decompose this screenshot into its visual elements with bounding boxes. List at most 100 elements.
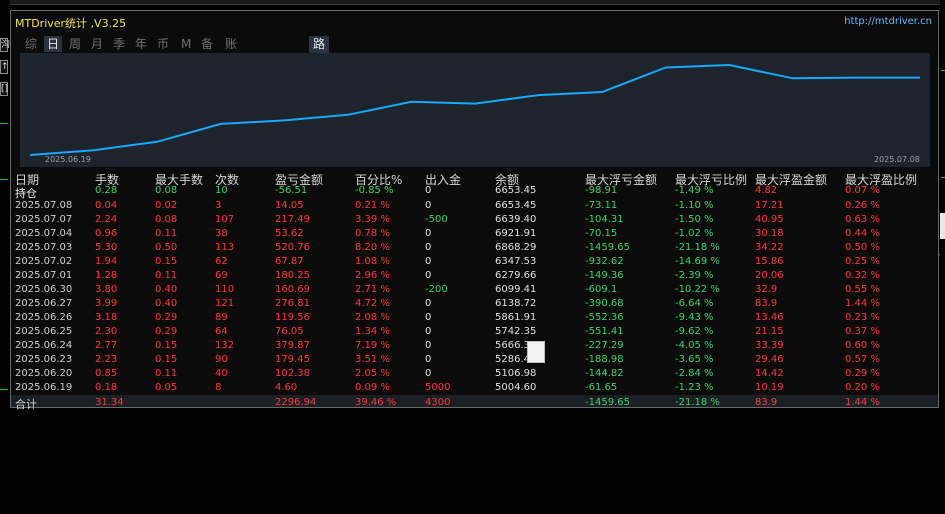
table-cell-max-float-loss: -70.15 <box>585 228 618 239</box>
table-cell-balance: 6653.45 <box>495 200 537 211</box>
table-cell-io: 0 <box>425 312 432 323</box>
tab-magic[interactable]: M <box>181 36 191 52</box>
table-cell-balance: 6921.91 <box>495 228 537 239</box>
table-cell-max-lots: 0.15 <box>155 354 178 365</box>
table-cell-io: 0 <box>425 298 432 309</box>
chart-start-date: 2025.06.19 <box>45 155 91 164</box>
left-tab-1[interactable]: 沟 <box>0 38 10 52</box>
table-cell-count: 64 <box>215 326 228 337</box>
table-cell-lots: 1.28 <box>95 270 118 281</box>
table-cell-pnl: 217.49 <box>275 214 310 225</box>
table-cell-count: 110 <box>215 284 235 295</box>
website-link[interactable]: http://mtdriver.cn <box>844 16 932 27</box>
table-cell-max-float-loss: -98.91 <box>585 185 618 196</box>
table-cell-max-float-loss-pct: -2.39 % <box>675 270 714 281</box>
left-tab-2[interactable]: ↑ <box>0 60 9 74</box>
table-cell-lots: 3.99 <box>95 298 118 309</box>
table-cell-max-float-loss: -188.98 <box>585 354 624 365</box>
table-cell-date: 2025.06.24 <box>15 340 73 351</box>
table-cell-pct: 0.78 % <box>355 228 390 239</box>
table-cell-max-lots: 0.40 <box>155 284 178 295</box>
table-cell-max-lots: 0.08 <box>155 185 178 196</box>
table-cell-date: 2025.06.26 <box>15 312 73 323</box>
table-cell-max-float-loss-pct: -10.22 % <box>675 284 720 295</box>
right-tick <box>941 70 945 71</box>
table-cell-balance: 5742.35 <box>495 326 537 337</box>
tab-week[interactable]: 周 <box>69 36 81 52</box>
table-cell-lots: 0.96 <box>95 228 118 239</box>
table-cell-max-float-loss-pct: -9.43 % <box>675 312 714 323</box>
table-cell-pct: 2.71 % <box>355 284 390 295</box>
table-cell-pnl: 53.62 <box>275 228 304 239</box>
table-cell-max-float-loss-pct: -1.02 % <box>675 228 714 239</box>
table-cell-lots: 1.94 <box>95 256 118 267</box>
table-cell-max-float-loss: -390.68 <box>585 298 624 309</box>
table-cell-max-float-loss-pct: -14.69 % <box>675 256 720 267</box>
table-cell-lots: 2.24 <box>95 214 118 225</box>
table-cell-count: 62 <box>215 256 228 267</box>
table-cell-max-lots: 0.11 <box>155 368 178 379</box>
tab-month[interactable]: 月 <box>91 36 103 52</box>
table-cell-max-float-profit: 14.42 <box>755 368 784 379</box>
table-cell-pnl: 179.45 <box>275 354 310 365</box>
table-cell-pct: 2.05 % <box>355 368 390 379</box>
table-cell-pnl: -56.51 <box>275 185 308 196</box>
stats-window: MTDriver统计 ,V3.25 http://mtdriver.cn 综 日… <box>10 10 939 411</box>
table-cell-pct: 8.20 % <box>355 242 390 253</box>
table-cell-max-float-profit: 32.9 <box>755 284 778 295</box>
table-cell-max-float-profit: 34.22 <box>755 242 784 253</box>
table-cell-pct: 4.72 % <box>355 298 390 309</box>
overlay-white-square <box>527 341 545 363</box>
table-cell-pnl: 14.05 <box>275 200 304 211</box>
tab-year[interactable]: 年 <box>135 36 147 52</box>
table-cell-lots: 5.30 <box>95 242 118 253</box>
table-cell-max-lots: 0.11 <box>155 270 178 281</box>
tab-quarter[interactable]: 季 <box>113 36 125 52</box>
table-cell-max-lots: 0.08 <box>155 214 178 225</box>
table-cell-pnl: 67.87 <box>275 256 304 267</box>
table-cell-pnl: 379.87 <box>275 340 310 351</box>
table-cell-pct: -0.85 % <box>355 185 394 196</box>
table-cell-count: 10 <box>215 185 228 196</box>
table-cell-max-float-profit-pct: 0.32 % <box>845 270 880 281</box>
table-cell-max-float-loss: -227.29 <box>585 340 624 351</box>
left-tick <box>0 179 8 180</box>
balance-line <box>29 63 920 156</box>
table-cell-max-float-profit: 40.95 <box>755 214 784 225</box>
table-cell-max-float-loss: -149.36 <box>585 270 624 281</box>
table-cell-date: 2025.07.04 <box>15 228 73 239</box>
table-cell-lots: 0.85 <box>95 368 118 379</box>
table-cell-max-float-profit-pct: 1.44 % <box>845 298 880 309</box>
table-cell-max-float-profit: 29.46 <box>755 354 784 365</box>
table-cell-pnl: 119.56 <box>275 312 310 323</box>
table-cell-max-float-loss: -104.31 <box>585 214 624 225</box>
table-cell-pnl: 276.81 <box>275 298 310 309</box>
right-scroll-handle[interactable] <box>940 213 945 239</box>
table-cell-date: 2025.07.03 <box>15 242 73 253</box>
table-cell-balance: 6347.53 <box>495 256 537 267</box>
table-cell-max-float-loss: -551.41 <box>585 326 624 337</box>
table-cell-max-float-loss-pct: -1.50 % <box>675 214 714 225</box>
table-cell-lots: 0.28 <box>95 185 118 196</box>
left-tab-3[interactable]: [] <box>0 82 8 96</box>
table-cell-balance: 6279.66 <box>495 270 537 281</box>
tab-day[interactable]: 日 <box>44 36 63 52</box>
total-pnl: 2296.94 <box>275 397 317 408</box>
tab-notes[interactable]: 备 <box>201 36 213 52</box>
table-cell-max-lots: 0.50 <box>155 242 178 253</box>
tab-overview[interactable]: 综 <box>25 36 37 52</box>
table-cell-date: 2025.06.23 <box>15 354 73 365</box>
table-cell-max-lots: 0.15 <box>155 340 178 351</box>
table-cell-max-float-profit-pct: 0.63 % <box>845 214 880 225</box>
tab-currency[interactable]: 币 <box>157 36 169 52</box>
table-cell-balance: 6099.41 <box>495 284 537 295</box>
table-cell-date: 2025.06.30 <box>15 284 73 295</box>
table-cell-max-float-loss-pct: -3.65 % <box>675 354 714 365</box>
total-lots: 31.34 <box>95 397 124 408</box>
table-cell-io: 0 <box>425 354 432 365</box>
table-cell-max-float-profit: 15.86 <box>755 256 784 267</box>
table-cell-max-float-profit-pct: 0.50 % <box>845 242 880 253</box>
table-cell-pct: 2.08 % <box>355 312 390 323</box>
table-cell-lots: 0.18 <box>95 382 118 393</box>
table-cell-max-float-loss: -932.62 <box>585 256 624 267</box>
